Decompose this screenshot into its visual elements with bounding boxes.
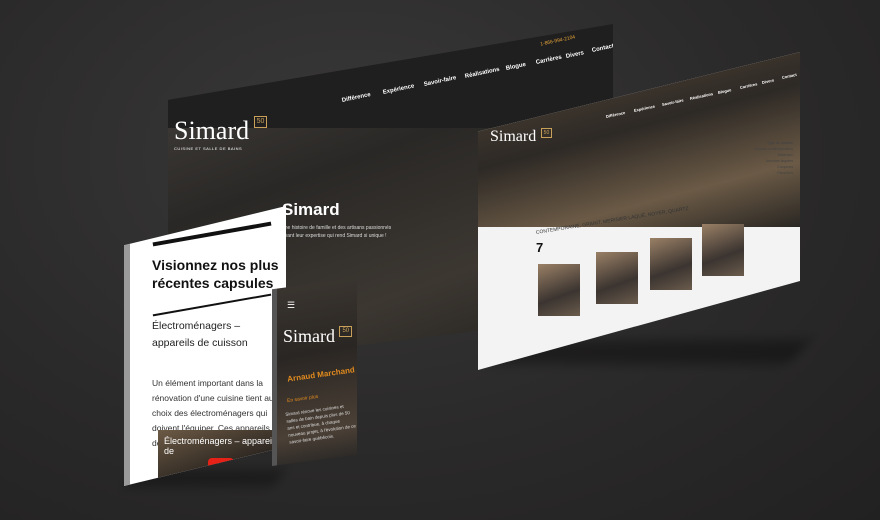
gallery-thumb[interactable] — [702, 224, 744, 276]
gallery-sidebar: Type de cuisine Cuisines contemporaines … — [718, 140, 793, 176]
gallery-logo[interactable]: Simard 50 — [490, 128, 553, 146]
mockup-scene: 1-866-994-2104 Différence Expérience Sav… — [0, 0, 880, 520]
mobile-logo[interactable]: Simard 50 — [283, 326, 353, 347]
hamburger-icon[interactable]: ☰ — [287, 300, 295, 311]
logo-badge: 50 — [253, 116, 268, 128]
logo-tagline: CUISINE ET SALLE DE BAINS — [174, 146, 243, 151]
hero-text: une histoire de famille et des artisans … — [282, 225, 392, 239]
hero-text-2: le design personnalisé — [366, 348, 416, 354]
capsules-card: Visionnez nos plus récentes capsules Éle… — [124, 206, 286, 486]
card-title: Visionnez nos plus récentes capsules — [152, 257, 279, 291]
gallery-number: 7 — [536, 240, 544, 255]
logo-badge: 50 — [540, 128, 553, 138]
mobile-text: Simard rénove les cuisines et salles de … — [285, 403, 357, 445]
hero-text-3: tous vos projets de rénovation — [366, 360, 433, 366]
logo-badge: 50 — [339, 326, 353, 337]
logo-text: Simard — [283, 326, 335, 346]
card-subtitle[interactable]: Électroménagers – appareils de cuisson — [152, 318, 282, 352]
gallery-thumb[interactable] — [650, 238, 692, 290]
logo-text: Simard — [490, 128, 537, 145]
gallery-thumb[interactable] — [538, 264, 580, 316]
video-label: Électroménagers – appareils de — [164, 436, 279, 456]
mobile-link[interactable]: En savoir plus — [287, 394, 319, 404]
sidebar-item[interactable]: Planchers — [718, 170, 793, 176]
mobile-mockup: ☰ Simard 50 Arnaud Marchand En savoir pl… — [272, 278, 357, 466]
gallery-thumb[interactable] — [596, 252, 638, 304]
logo[interactable]: Simard 50 CUISINE ET SALLE DE BAINS — [174, 116, 268, 151]
card-rule-2 — [152, 293, 272, 317]
logo-text: Simard — [174, 116, 250, 145]
hero-title: Simard — [282, 200, 340, 219]
mobile-name: Arnaud Marchand — [286, 365, 356, 384]
